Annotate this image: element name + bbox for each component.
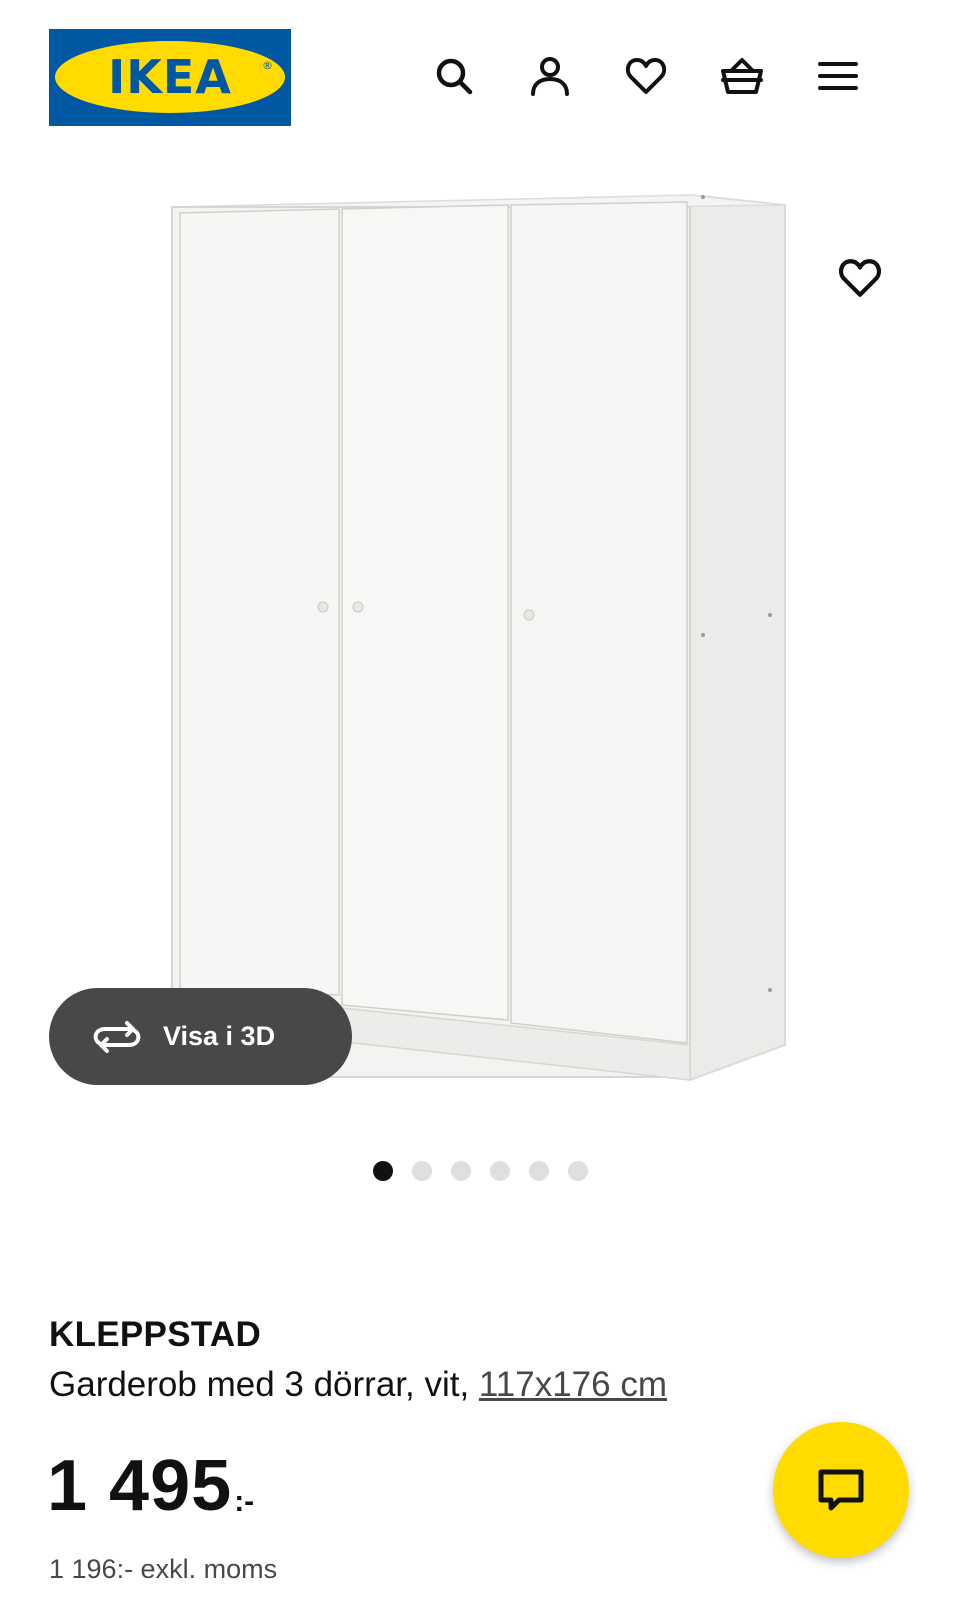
product-price: 1 495 :- — [47, 1450, 254, 1522]
profile-icon[interactable] — [526, 52, 574, 100]
gallery-dot[interactable] — [450, 1161, 471, 1181]
search-icon[interactable] — [430, 52, 478, 100]
view-in-3d-label: Visa i 3D — [163, 1021, 276, 1051]
logo-registered-mark: ® — [262, 59, 273, 72]
product-description: Garderob med 3 dörrar, vit, 117x176 cm — [49, 1365, 667, 1405]
menu-icon[interactable] — [814, 52, 862, 100]
gallery-dot[interactable] — [411, 1161, 432, 1181]
price-excl-vat: 1 196:- exkl. moms — [49, 1554, 278, 1584]
price-integer: 1 495 — [47, 1446, 233, 1526]
gallery-pagination — [0, 1161, 960, 1181]
chat-button[interactable] — [773, 1422, 909, 1558]
chat-icon — [818, 1469, 864, 1511]
product-name: KLEPPSTAD — [49, 1315, 262, 1354]
product-size-link[interactable]: 117x176 cm — [479, 1365, 667, 1404]
view-in-3d-button[interactable]: Visa i 3D — [49, 988, 352, 1085]
product-description-text: Garderob med 3 dörrar, vit, — [49, 1365, 479, 1404]
price-suffix: :- — [234, 1485, 255, 1518]
rotate-3d-icon — [93, 1020, 141, 1053]
basket-icon[interactable] — [718, 52, 766, 100]
add-to-favourites-icon[interactable] — [836, 254, 884, 302]
ikea-logo[interactable]: IKEA ® — [49, 29, 291, 126]
gallery-dot[interactable] — [372, 1161, 393, 1181]
heart-icon[interactable] — [622, 52, 670, 100]
logo-text: IKEA — [108, 50, 232, 104]
gallery-dot[interactable] — [489, 1161, 510, 1181]
gallery-dot[interactable] — [528, 1161, 549, 1181]
gallery-dot[interactable] — [567, 1161, 588, 1181]
